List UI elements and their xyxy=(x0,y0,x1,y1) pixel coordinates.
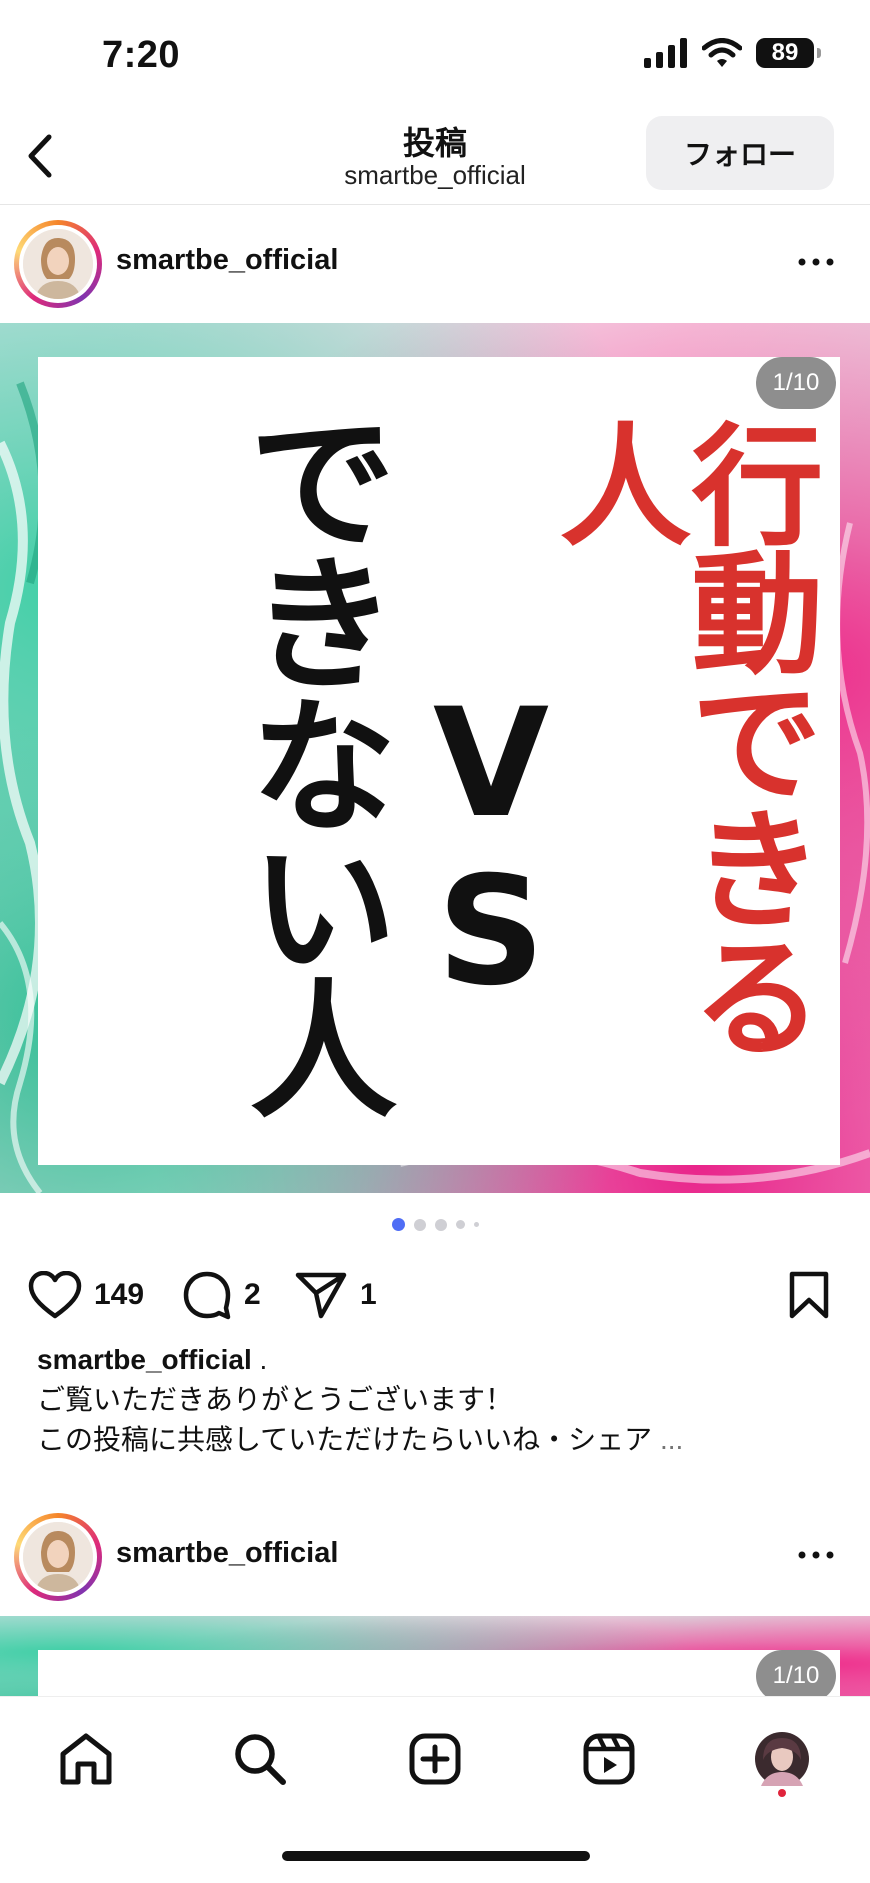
slide-counter: 1/10 xyxy=(756,357,836,409)
post-header-bar: 投稿 smartbe_official フォロー xyxy=(0,110,870,205)
heart-icon xyxy=(28,1271,82,1319)
caption-suffix: . xyxy=(251,1344,268,1375)
carousel-dot xyxy=(455,1220,465,1229)
headline-red: 行動できる人 xyxy=(537,417,823,1057)
ellipsis-icon xyxy=(798,258,834,266)
notification-dot xyxy=(778,1789,786,1797)
more-options-button[interactable] xyxy=(792,1535,840,1575)
bookmark-icon xyxy=(789,1271,829,1319)
send-icon xyxy=(295,1272,347,1319)
tab-search[interactable] xyxy=(228,1727,292,1791)
tab-reels[interactable] xyxy=(577,1727,641,1791)
avatar[interactable] xyxy=(14,1513,102,1601)
tab-home[interactable] xyxy=(54,1727,118,1791)
caption-line-2: この投稿に共感していただけたらいいね・シェア xyxy=(37,1424,653,1455)
post-author-row: smartbe_official xyxy=(0,1505,870,1605)
comment-count: 2 xyxy=(244,1278,261,1311)
headline-vs: VS xyxy=(404,677,578,1013)
carousel-indicator xyxy=(0,1218,870,1231)
like-count: 149 xyxy=(94,1278,145,1311)
post-username[interactable]: smartbe_official xyxy=(116,244,338,277)
bottom-tab-bar xyxy=(0,1696,870,1883)
ellipsis-icon xyxy=(798,1551,834,1559)
reels-icon xyxy=(583,1733,635,1785)
avatar[interactable] xyxy=(14,220,102,308)
home-icon xyxy=(60,1733,112,1785)
post-caption: smartbe_official . ご覧いただきありがとうございます！ この投… xyxy=(37,1340,837,1460)
carousel-dot-active xyxy=(391,1218,405,1231)
caption-line-1: ご覧いただきありがとうございます！ xyxy=(37,1384,514,1415)
status-bar: 7:20 89 xyxy=(0,0,870,110)
follow-button[interactable]: フォロー xyxy=(646,116,834,190)
wifi-icon xyxy=(702,38,742,67)
create-icon xyxy=(409,1733,461,1785)
carousel-dot xyxy=(434,1218,447,1231)
action-bar: 149 2 1 xyxy=(0,1260,870,1330)
status-time: 7:20 xyxy=(102,34,181,76)
share-button[interactable]: 1 xyxy=(294,1260,377,1330)
slide-counter: 1/10 xyxy=(756,1650,836,1702)
search-icon xyxy=(235,1734,286,1785)
save-button[interactable] xyxy=(788,1260,830,1330)
comment-icon xyxy=(183,1271,231,1320)
tab-create[interactable] xyxy=(403,1727,467,1791)
comment-button[interactable]: 2 xyxy=(182,1260,261,1330)
post-username[interactable]: smartbe_official xyxy=(116,1537,338,1570)
signal-icon xyxy=(644,38,687,68)
battery-indicator: 89 xyxy=(756,38,821,68)
caption-username[interactable]: smartbe_official xyxy=(37,1344,252,1375)
home-indicator[interactable] xyxy=(282,1851,590,1861)
share-count: 1 xyxy=(360,1278,377,1311)
slide-card: 行動できる人 VS できない人 xyxy=(38,357,840,1165)
carousel-dot xyxy=(413,1218,426,1231)
headline-black: できない人 xyxy=(224,405,396,1115)
post-image[interactable]: 行動できる人 VS できない人 1/10 xyxy=(0,323,870,1193)
status-icons: 89 xyxy=(644,38,821,68)
caption-more-link[interactable]: ... xyxy=(660,1424,683,1455)
tab-profile[interactable] xyxy=(750,1727,814,1791)
profile-avatar xyxy=(755,1732,809,1786)
like-button[interactable]: 149 xyxy=(28,1260,144,1330)
more-options-button[interactable] xyxy=(792,242,840,282)
post-author-row: smartbe_official xyxy=(0,212,870,312)
carousel-dot xyxy=(473,1222,479,1227)
